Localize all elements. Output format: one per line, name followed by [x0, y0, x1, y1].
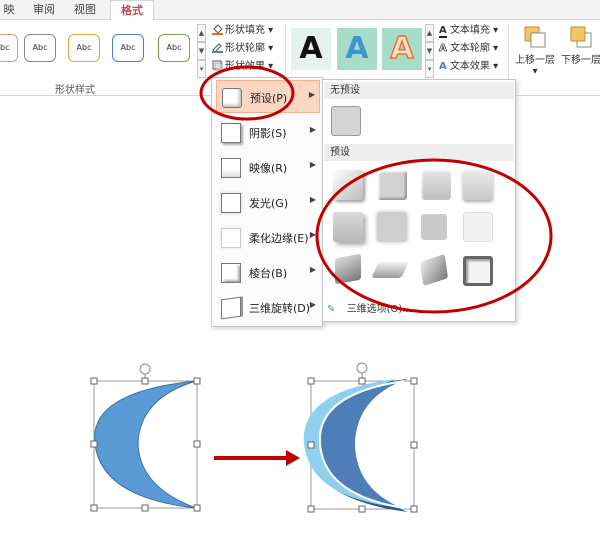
- resize-handle[interactable]: [410, 505, 418, 513]
- rotate-handle-icon[interactable]: [139, 363, 151, 375]
- red-arrow-icon: [214, 450, 300, 466]
- resize-handle[interactable]: [307, 377, 315, 385]
- resize-handle[interactable]: [410, 377, 418, 385]
- resize-handle[interactable]: [193, 440, 201, 448]
- rotate-handle-icon[interactable]: [356, 362, 368, 374]
- resize-handle[interactable]: [307, 505, 315, 513]
- resize-handle[interactable]: [90, 440, 98, 448]
- resize-handle[interactable]: [141, 377, 149, 385]
- moon-shape: [94, 380, 197, 509]
- slide-canvas: [90, 65, 553, 513]
- resize-handle[interactable]: [358, 505, 366, 513]
- resize-handle[interactable]: [193, 377, 201, 385]
- original-moon-shape[interactable]: [90, 363, 201, 512]
- resize-handle[interactable]: [410, 441, 418, 449]
- resize-handle[interactable]: [90, 504, 98, 512]
- resize-handle[interactable]: [358, 377, 366, 385]
- styled-moon-shape[interactable]: [303, 362, 418, 513]
- resize-handle[interactable]: [90, 377, 98, 385]
- resize-handle[interactable]: [307, 441, 315, 449]
- resize-handle[interactable]: [193, 504, 201, 512]
- annotation-ellipse-effects: [199, 65, 295, 121]
- annotation-ellipse-presets: [315, 158, 553, 314]
- resize-handle[interactable]: [141, 504, 149, 512]
